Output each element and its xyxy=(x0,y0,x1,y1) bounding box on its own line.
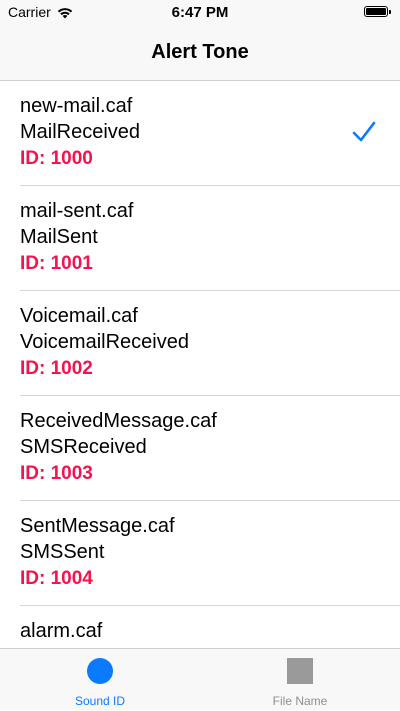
sound-name: MailReceived xyxy=(20,121,141,143)
file-name: mail-sent.caf xyxy=(20,200,134,222)
list-item[interactable]: Voicemail.caf VoicemailReceived ID: 1002 xyxy=(0,291,400,396)
sound-id: ID: 1000 xyxy=(20,148,93,169)
battery-icon xyxy=(364,6,388,17)
tab-bar: Sound ID File Name xyxy=(0,648,400,710)
sound-id: ID: 1004 xyxy=(20,568,93,589)
sound-name: SMSSent xyxy=(20,541,105,563)
sound-name: SMSReceived xyxy=(20,436,147,458)
tab-label: Sound ID xyxy=(74,694,126,708)
status-bar: Carrier 6:47 PM xyxy=(0,0,400,24)
battery-tip xyxy=(389,10,391,14)
square-icon xyxy=(287,658,313,684)
list-item[interactable]: ReceivedMessage.caf SMSReceived ID: 1003 xyxy=(0,396,400,501)
file-name: Voicemail.caf xyxy=(20,305,138,327)
list-item[interactable]: SentMessage.caf SMSSent ID: 1004 xyxy=(0,501,400,606)
tab-label: File Name xyxy=(272,694,328,708)
file-name: new-mail.caf xyxy=(20,95,133,117)
sound-id: ID: 1001 xyxy=(20,253,93,274)
sound-id: ID: 1003 xyxy=(20,463,93,484)
list-item[interactable]: new-mail.caf MailReceived ID: 1000 xyxy=(0,81,400,186)
list-item[interactable]: mail-sent.caf MailSent ID: 1001 xyxy=(0,186,400,291)
list-item[interactable]: alarm.caf xyxy=(0,606,400,648)
tab-sound-id[interactable]: Sound ID xyxy=(0,649,200,711)
circle-icon xyxy=(87,658,113,684)
sound-name: VoicemailReceived xyxy=(20,331,189,353)
checkmark-icon xyxy=(352,121,376,142)
status-time: 6:47 PM xyxy=(171,4,229,21)
file-name: ReceivedMessage.caf xyxy=(20,410,217,432)
sound-list[interactable]: new-mail.caf MailReceived ID: 1000 mail-… xyxy=(0,81,400,648)
sound-id: ID: 1002 xyxy=(20,358,93,379)
file-name: SentMessage.caf xyxy=(20,515,175,537)
navigation-bar: Alert Tone xyxy=(0,24,400,81)
tab-file-name[interactable]: File Name xyxy=(200,649,400,711)
page-title: Alert Tone xyxy=(151,41,249,63)
file-name: alarm.caf xyxy=(20,620,103,642)
sound-name: MailSent xyxy=(20,226,98,248)
